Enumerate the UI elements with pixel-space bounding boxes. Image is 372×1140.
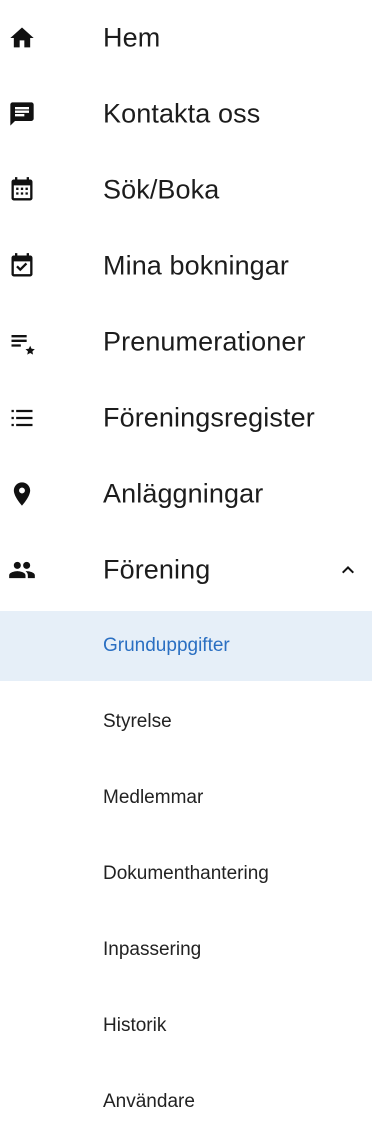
sub-item-label: Historik — [103, 1015, 167, 1036]
sub-item-label: Grunduppgifter — [103, 635, 230, 656]
nav-item-label: Anläggningar — [103, 478, 264, 509]
nav-item-sok-boka[interactable]: Sök/Boka — [0, 152, 372, 228]
sub-item-anvandare[interactable]: Användare — [0, 1064, 372, 1140]
nav-item-hem[interactable]: Hem — [0, 0, 372, 76]
sub-item-label: Användare — [103, 1091, 195, 1112]
chat-icon — [8, 100, 36, 128]
nav-item-label: Hem — [103, 22, 161, 53]
sub-item-inpassering[interactable]: Inpassering — [0, 912, 372, 988]
nav-item-mina-bokningar[interactable]: Mina bokningar — [0, 228, 372, 304]
calendar-icon — [8, 176, 36, 204]
nav-item-forening[interactable]: Förening — [0, 532, 372, 608]
location-pin-icon — [8, 480, 36, 508]
nav-item-label: Kontakta oss — [103, 98, 261, 129]
nav-item-label: Mina bokningar — [103, 250, 290, 281]
nav-item-kontakta-oss[interactable]: Kontakta oss — [0, 76, 372, 152]
chevron-up-icon[interactable] — [336, 558, 360, 582]
nav-item-prenumerationer[interactable]: Prenumerationer — [0, 304, 372, 380]
nav-item-foreningsregister[interactable]: Föreningsregister — [0, 380, 372, 456]
sub-item-grunduppgifter[interactable]: Grunduppgifter — [0, 611, 372, 681]
sub-item-styrelse[interactable]: Styrelse — [0, 684, 372, 760]
nav-item-label: Prenumerationer — [103, 326, 306, 357]
playlist-star-icon — [8, 328, 36, 356]
nav-item-anlaggningar[interactable]: Anläggningar — [0, 456, 372, 532]
calendar-check-icon — [8, 252, 36, 280]
nav-item-label: Förening — [103, 554, 211, 585]
nav-item-label: Föreningsregister — [103, 402, 315, 433]
people-icon — [8, 556, 36, 584]
side-navigation: Hem Kontakta oss Sök/Boka Mina bokningar… — [0, 0, 372, 1140]
list-icon — [8, 404, 36, 432]
sub-item-label: Styrelse — [103, 711, 172, 732]
nav-item-label: Sök/Boka — [103, 174, 220, 205]
sub-item-historik[interactable]: Historik — [0, 988, 372, 1064]
home-icon — [8, 24, 36, 52]
sub-item-dokumenthantering[interactable]: Dokumenthantering — [0, 836, 372, 912]
sub-item-medlemmar[interactable]: Medlemmar — [0, 760, 372, 836]
sub-item-label: Dokumenthantering — [103, 863, 269, 884]
sub-item-label: Inpassering — [103, 939, 202, 960]
sub-item-label: Medlemmar — [103, 787, 204, 808]
